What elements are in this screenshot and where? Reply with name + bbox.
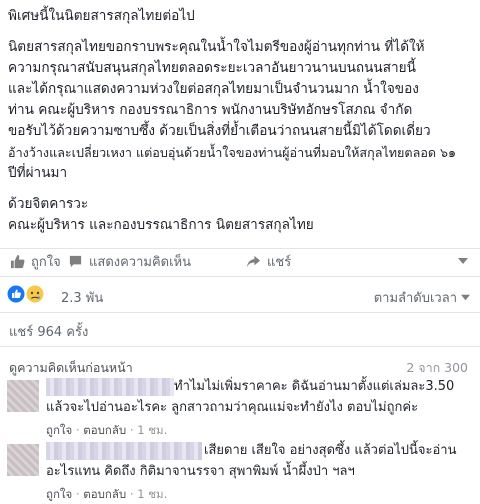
sad-reaction-icon [26,285,44,303]
share-count[interactable]: แชร์ 964 ครั้ง [9,321,88,342]
reaction-count[interactable]: 2.3 พัน [61,287,103,308]
comment-time[interactable]: 1 ชม. [137,487,167,501]
share-icon [246,255,261,268]
post-line: อ้างว้างและเปลี่ยวเหงา แต่อบอุ่นด้วยน้ำใ… [8,145,457,160]
comment-button[interactable]: แสดงความคิดเห็น [68,251,191,272]
comment-order-label: ตามลำดับเวลา [373,291,457,306]
like-button[interactable]: ถูกใจ [10,251,61,272]
comment-text: ทำไมไม่เพิ่มราคาคะ ดิฉันอ่านมาตั้งแต่เล่… [174,379,455,394]
comment-icon [69,255,82,268]
like-reaction-icon [7,285,25,303]
comment-meta: ถูกใจ · ตอบกลับ · 1 ชม. [46,423,168,437]
post-line: ท่าน คณะผู้บริหาร กองบรรณาธิการ พนักงานบ… [8,102,413,118]
chevron-down-icon[interactable] [458,256,468,266]
comment-order-dropdown[interactable]: ตามลำดับเวลา [374,287,470,308]
avatar[interactable] [7,444,39,476]
comment-text: เสียดาย เสียใจ อย่างสุดซึ้ง แล้วต่อไปนี้… [204,443,457,458]
divider [0,276,480,277]
post-line: ความกรุณาสนับสนุนสกุลไทยตลอดระยะเวลาอันย… [8,60,416,76]
signature-line: ด้วยจิตคารวะ [8,196,89,212]
reactions-row: 2.3 พัน ตามลำดับเวลา [0,282,480,310]
chevron-down-icon [461,294,470,301]
signature-line: คณะผู้บริหาร และกองบรรณาธิการ นิตยสารสกุ… [8,217,314,233]
post-line: นิตยสารสกุลไทยขอกราบพระคุณในน้ำใจไมตรีขอ… [8,39,425,55]
divider [0,312,480,313]
view-previous-comments-link[interactable]: ดูความคิดเห็นก่อนหน้า [9,358,133,378]
like-label: ถูกใจ [31,255,61,270]
post-body: พิเศษนี้ในนิตยสารสกุลไทยต่อไป นิตยสารสกุ… [0,0,480,236]
comments-header: ดูความคิดเห็นก่อนหน้า 2 จาก 300 [0,358,480,376]
post-line: และได้กรุณาแสดงความห่วงใยต่อสกุลไทยมาเป็… [8,81,419,97]
post-line: พิเศษนี้ในนิตยสารสกุลไทยต่อไป [8,8,195,24]
comment-time[interactable]: 1 ชม. [137,423,167,437]
post-line: ปีที่ผ่านมา [8,165,68,181]
comment-label: แสดงความคิดเห็น [89,255,192,270]
comment-reply-link[interactable]: ตอบกลับ [83,487,126,501]
post-actions-bar: ถูกใจ แสดงความคิดเห็น แชร์ [0,248,480,274]
comment-count: 2 จาก 300 [406,360,468,375]
commenter-name[interactable] [46,378,174,396]
comment-text: อะไรแทน คิดถึง กิติมาจานรรจา สุพาพิมพ์ น… [46,464,355,479]
share-label: แชร์ [267,255,292,270]
post: พิเศษนี้ในนิตยสารสกุลไทยต่อไป นิตยสารสกุ… [0,0,480,246]
comment-like-link[interactable]: ถูกใจ [46,423,72,437]
avatar[interactable] [7,380,39,412]
comment-meta: ถูกใจ · ตอบกลับ · 1 ชม. [46,487,168,501]
share-button[interactable]: แชร์ [246,251,291,272]
thumbs-up-icon [10,254,25,269]
divider [0,346,480,347]
post-line: ขอรับไว้ด้วยความซาบซึ้ง ด้วยเป็นสิ่งที่ย… [8,123,431,139]
commenter-name[interactable] [46,442,202,460]
comment-reply-link[interactable]: ตอบกลับ [83,423,126,437]
comment-text: แล้วจะไปอ่านอะไรคะ ลูกสาวถามว่าคุณแม่จะท… [46,400,419,415]
comment-like-link[interactable]: ถูกใจ [46,487,72,501]
reaction-icons[interactable] [7,285,44,303]
